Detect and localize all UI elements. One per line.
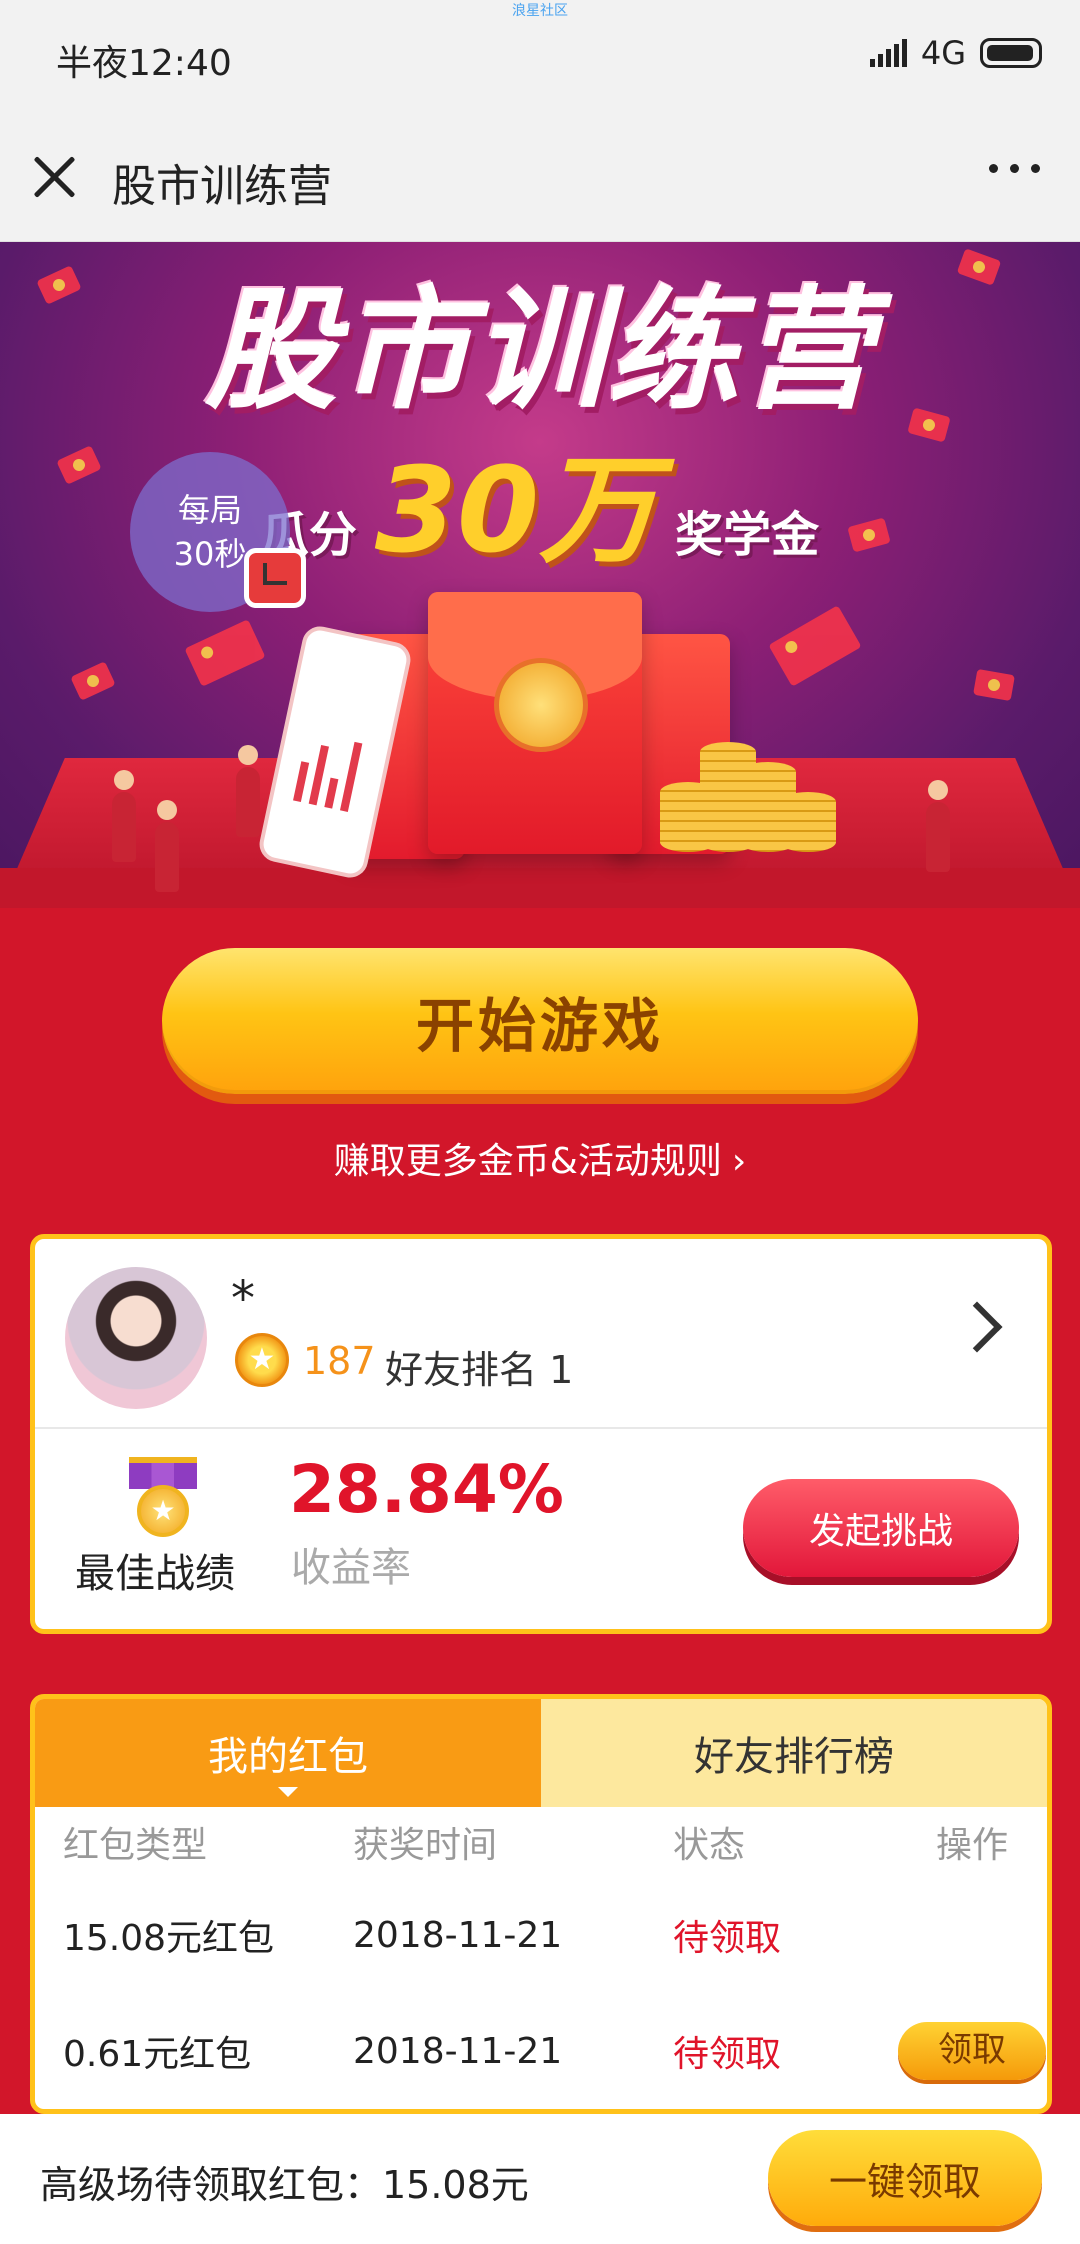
- red-packet-confetti: [973, 668, 1015, 702]
- packet-status: 待领取: [673, 2034, 782, 2075]
- red-packet-confetti: [768, 605, 862, 687]
- avatar[interactable]: [65, 1267, 207, 1409]
- banner-headline: 股市训练营: [205, 274, 875, 428]
- status-bar: 浪星社区 半夜12:40 4G: [0, 0, 1080, 112]
- red-packet-confetti: [70, 661, 116, 701]
- panel-tabs: 我的红包 好友排行榜: [35, 1699, 1047, 1807]
- clock-icon: [244, 548, 306, 608]
- banner-sub-suffix: 奖学金: [675, 507, 820, 563]
- person-illustration: [112, 770, 136, 862]
- card-divider: [35, 1427, 1047, 1429]
- user-nickname: *: [231, 1271, 255, 1327]
- packet-type: 0.61元红包: [63, 2034, 252, 2075]
- chevron-right-icon: ›: [731, 1141, 747, 1182]
- person-illustration: [155, 800, 179, 892]
- watermark-text: 浪星社区: [512, 3, 568, 19]
- page: 浪星社区 半夜12:40 4G 股市训练营 股市训练营 瓜分 30万 奖学金 每…: [0, 0, 1080, 2244]
- profile-card: * ★ 187 好友排名 1 ★ 最佳战绩 28.84% 收益率 发起挑战: [30, 1234, 1052, 1634]
- red-packet-panel: 我的红包 好友排行榜 红包类型 获奖时间 状态 操作 15.08元红包 2018…: [30, 1694, 1052, 2114]
- best-return-value: 28.84%: [289, 1451, 564, 1528]
- banner-sub-amount: 30万: [374, 441, 658, 579]
- packet-date: 2018-11-21: [353, 1914, 563, 1956]
- tab-friend-ranking[interactable]: 好友排行榜: [541, 1699, 1047, 1807]
- page-title: 股市训练营: [112, 161, 332, 212]
- pending-red-packet-text: 高级场待领取红包：15.08元: [40, 2163, 529, 2207]
- best-record-label: 最佳战绩: [75, 1551, 235, 1597]
- round-time-line2: 30秒: [173, 535, 247, 573]
- column-header-status: 状态: [673, 1825, 746, 1866]
- coin-icon: ★: [235, 1333, 289, 1387]
- column-header-action: 操作: [935, 1825, 1008, 1866]
- person-illustration: [236, 745, 260, 837]
- tab-my-red-packets[interactable]: 我的红包: [35, 1699, 541, 1807]
- person-illustration: [926, 780, 950, 872]
- close-icon[interactable]: [30, 150, 80, 200]
- red-packet-confetti: [184, 619, 266, 687]
- table-row: 0.61元红包 2018-11-21 待领取 领取: [35, 1993, 1047, 2109]
- column-header-time: 获奖时间: [353, 1825, 498, 1866]
- round-time-line1: 每局: [177, 491, 242, 529]
- status-icons: 4G: [869, 34, 1042, 72]
- coin-stack-illustration: [660, 722, 840, 852]
- network-type: 4G: [920, 34, 966, 72]
- signal-icon: [869, 39, 907, 67]
- friend-rank: 好友排名 1: [385, 1348, 574, 1392]
- medal-icon: ★: [125, 1457, 201, 1537]
- packet-type: 15.08元红包: [63, 1918, 275, 1959]
- bottom-bar: 高级场待领取红包：15.08元 一键领取: [0, 2114, 1080, 2244]
- nav-bar: 股市训练营: [0, 112, 1080, 242]
- claim-all-button[interactable]: 一键领取: [768, 2130, 1042, 2226]
- column-header-type: 红包类型: [63, 1825, 208, 1866]
- packet-action-cell: 领取: [897, 2022, 1047, 2080]
- table-header: 红包类型 获奖时间 状态 操作: [35, 1807, 1047, 1877]
- start-game-button[interactable]: 开始游戏: [162, 948, 918, 1094]
- chevron-right-icon[interactable]: [951, 1301, 1003, 1353]
- table-row: 15.08元红包 2018-11-21 待领取: [35, 1877, 1047, 1993]
- packet-date: 2018-11-21: [353, 2030, 563, 2072]
- more-icon[interactable]: [989, 164, 1040, 173]
- red-envelope-illustration: [428, 592, 642, 854]
- coin-balance: 187: [303, 1339, 376, 1383]
- rules-link[interactable]: 赚取更多金币&活动规则 ›: [0, 1132, 1080, 1184]
- battery-icon: [980, 38, 1042, 68]
- challenge-button[interactable]: 发起挑战: [743, 1479, 1019, 1577]
- return-rate-label: 收益率: [291, 1545, 411, 1591]
- claim-button[interactable]: 领取: [898, 2022, 1046, 2080]
- rules-link-text: 赚取更多金币&活动规则: [333, 1141, 722, 1182]
- promo-banner: 股市训练营 瓜分 30万 奖学金 每局 30秒: [0, 242, 1080, 908]
- status-time: 半夜12:40: [56, 43, 232, 84]
- packet-status: 待领取: [673, 1918, 782, 1959]
